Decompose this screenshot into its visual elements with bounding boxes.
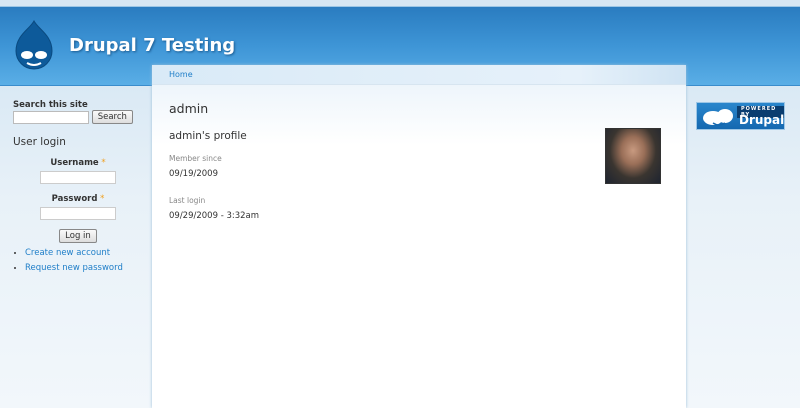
search-button[interactable]: Search — [91, 110, 133, 124]
create-account-link[interactable]: Create new account — [25, 248, 110, 258]
site-name[interactable]: Drupal 7 Testing — [69, 35, 235, 56]
request-password-link[interactable]: Request new password — [25, 263, 123, 273]
username-input[interactable] — [40, 171, 116, 184]
breadcrumb: Home — [152, 65, 686, 85]
top-strip — [0, 0, 800, 7]
main-content: Home admin admin's profile Member since … — [152, 65, 686, 408]
last-login-label: Last login — [169, 196, 206, 205]
left-sidebar: Search this site Search User login Usern… — [13, 100, 143, 278]
user-login-title: User login — [13, 136, 66, 148]
breadcrumb-home[interactable]: Home — [169, 70, 193, 79]
drupal-logo-icon[interactable] — [14, 19, 54, 71]
member-since-value: 09/19/2009 — [169, 169, 218, 179]
password-input[interactable] — [40, 207, 116, 220]
user-avatar — [605, 128, 661, 184]
page-title: admin — [169, 101, 209, 116]
drupal-text: Drupal — [739, 113, 785, 127]
username-label: Username — [50, 158, 99, 168]
drupal-drop-icon — [703, 109, 733, 126]
search-title: Search this site — [13, 100, 88, 110]
last-login-value: 09/29/2009 - 3:32am — [169, 211, 260, 221]
powered-by-drupal-badge[interactable]: POWERED BY Drupal — [696, 102, 785, 130]
login-form: Username * Password * Log in — [13, 158, 143, 243]
required-marker: * — [101, 158, 106, 168]
member-since-label: Member since — [169, 154, 222, 163]
login-button[interactable]: Log in — [59, 229, 97, 243]
profile-heading: admin's profile — [169, 130, 247, 142]
password-label: Password — [51, 194, 98, 204]
required-marker: * — [100, 194, 105, 204]
search-input[interactable] — [13, 110, 89, 124]
